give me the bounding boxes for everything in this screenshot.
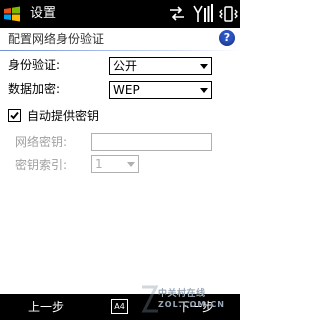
chevron-down-icon	[127, 162, 135, 167]
vibrate-mode-icon[interactable]	[218, 4, 238, 24]
page-title: 配置网络身份验证	[8, 32, 105, 46]
windows-start-icon[interactable]	[3, 5, 21, 23]
data-encryption-select[interactable]: WEP	[109, 81, 212, 99]
help-icon[interactable]: ?	[219, 30, 235, 46]
keyboard-input-icon[interactable]: A4	[111, 299, 128, 314]
page-header: 配置网络身份验证 ?	[0, 28, 240, 50]
app-title: 设置	[30, 6, 57, 21]
header-divider	[0, 50, 240, 51]
data-encryption-label: 数据加密:	[8, 82, 61, 96]
auto-key-checkbox[interactable]	[8, 109, 21, 122]
signal-strength-icon[interactable]	[192, 4, 214, 24]
connectivity-arrows-icon[interactable]	[168, 4, 186, 24]
key-index-label: 密钥索引:	[15, 158, 68, 172]
authentication-label: 身份验证:	[8, 58, 61, 72]
authentication-select[interactable]: 公开	[109, 57, 212, 75]
watermark-text: 中关村在线	[158, 289, 206, 299]
title-bar: 设置	[0, 0, 240, 28]
chevron-down-icon	[200, 64, 208, 69]
back-softkey[interactable]: 上一步	[28, 298, 64, 316]
auto-key-label[interactable]: 自动提供密钥	[27, 108, 99, 124]
key-index-value: 1	[95, 157, 103, 171]
watermark-subtext: ZOL.COM.CN	[158, 300, 225, 309]
key-index-select[interactable]: 1	[91, 155, 139, 173]
checkmark-icon	[10, 111, 19, 120]
network-key-input[interactable]	[91, 133, 212, 151]
network-key-label: 网络密钥:	[15, 135, 68, 149]
authentication-value: 公开	[113, 59, 138, 73]
data-encryption-value: WEP	[113, 83, 140, 97]
chevron-down-icon	[200, 88, 208, 93]
